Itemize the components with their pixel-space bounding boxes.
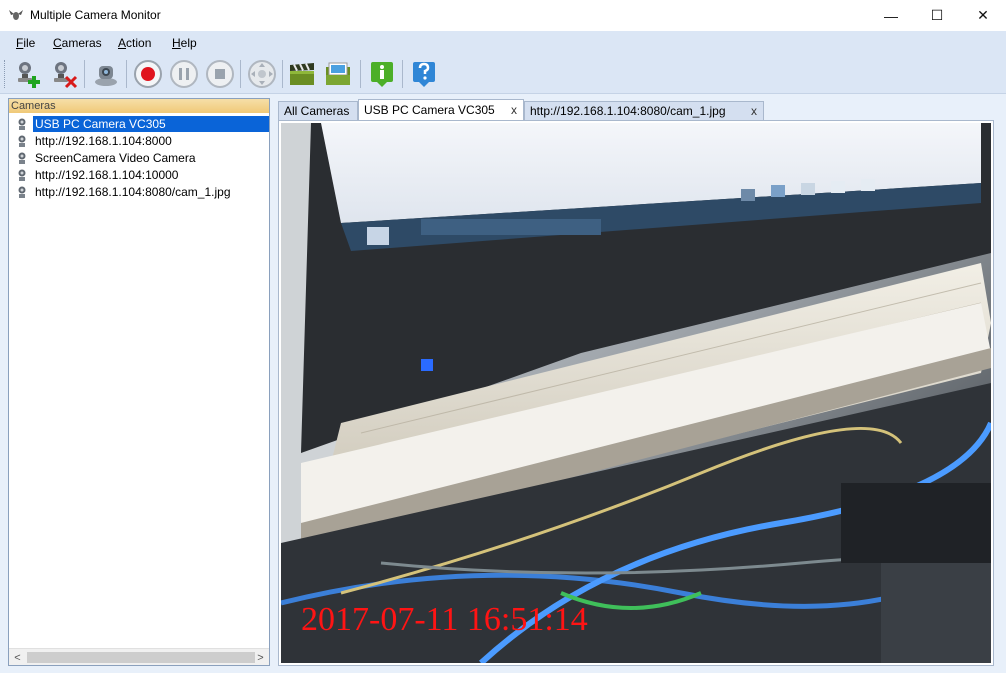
camera-tree-item[interactable]: http://192.168.1.104:8080/cam_1.jpg bbox=[15, 183, 269, 200]
toolbar-separator bbox=[282, 60, 283, 88]
toolbar bbox=[0, 54, 1006, 94]
camera-icon bbox=[18, 186, 26, 198]
app-logo-icon bbox=[9, 10, 23, 20]
camera-tree: USB PC Camera VC305 http://192.168.1.104… bbox=[15, 115, 269, 200]
minimize-icon: — bbox=[884, 7, 898, 24]
close-icon: ✕ bbox=[977, 7, 989, 23]
stop-icon bbox=[206, 60, 234, 88]
menu-cameras[interactable]: Cameras bbox=[53, 36, 102, 50]
video-clip-icon bbox=[290, 63, 314, 85]
horizontal-scrollbar[interactable]: < > bbox=[9, 648, 269, 665]
video-clip-button[interactable] bbox=[286, 58, 318, 90]
camera-icon bbox=[18, 135, 26, 147]
menu-bar: File Cameras Action Help bbox=[0, 31, 1006, 54]
menu-file[interactable]: File bbox=[16, 36, 35, 50]
record-button[interactable] bbox=[132, 58, 164, 90]
tab-close-icon[interactable]: x bbox=[751, 102, 757, 120]
cameras-panel: Cameras USB PC Camera VC305 http://192.1… bbox=[8, 98, 270, 666]
info-button[interactable] bbox=[366, 58, 398, 90]
record-icon bbox=[134, 60, 162, 88]
info-icon bbox=[371, 62, 393, 87]
title-bar: Multiple Camera Monitor — ☐ ✕ bbox=[0, 0, 1006, 31]
menu-help[interactable]: Help bbox=[172, 36, 197, 50]
photo-folder-icon bbox=[326, 62, 350, 85]
ptz-control-icon bbox=[248, 60, 276, 88]
webcam-button[interactable] bbox=[90, 58, 122, 90]
camera-tree-item[interactable]: USB PC Camera VC305 bbox=[15, 115, 269, 132]
add-camera-button[interactable] bbox=[12, 58, 44, 90]
camera-icon bbox=[18, 118, 26, 130]
maximize-button[interactable]: ☐ bbox=[914, 0, 960, 31]
toolbar-separator bbox=[126, 60, 127, 88]
maximize-icon: ☐ bbox=[930, 7, 944, 23]
camera-tree-item[interactable]: http://192.168.1.104:10000 bbox=[15, 166, 269, 183]
help-button[interactable] bbox=[408, 58, 440, 90]
tab-all-cameras[interactable]: All Cameras bbox=[278, 101, 358, 121]
cameras-panel-header: Cameras bbox=[9, 99, 269, 113]
remove-camera-icon bbox=[54, 62, 78, 89]
ptz-control-button[interactable] bbox=[246, 58, 278, 90]
scrollbar-thumb[interactable] bbox=[27, 652, 255, 663]
scroll-right-arrow-icon[interactable]: > bbox=[252, 649, 269, 666]
toolbar-grip[interactable] bbox=[4, 60, 7, 88]
toolbar-separator bbox=[84, 60, 85, 88]
video-timestamp: 2017-07-11 16:51:14 bbox=[301, 601, 588, 638]
add-camera-icon bbox=[18, 62, 40, 88]
scroll-left-arrow-icon[interactable]: < bbox=[9, 649, 26, 666]
toolbar-separator bbox=[402, 60, 403, 88]
window-title: Multiple Camera Monitor bbox=[30, 8, 161, 22]
pause-button[interactable] bbox=[168, 58, 200, 90]
camera-video-frame[interactable]: 2017-07-11 16:51:14 bbox=[281, 123, 991, 663]
camera-tree-item[interactable]: http://192.168.1.104:8000 bbox=[15, 132, 269, 149]
webcam-icon bbox=[95, 66, 117, 86]
camera-feed-image bbox=[281, 123, 991, 663]
toolbar-separator bbox=[240, 60, 241, 88]
photo-folder-button[interactable] bbox=[322, 58, 354, 90]
toolbar-separator bbox=[360, 60, 361, 88]
help-icon bbox=[413, 62, 435, 87]
pause-icon bbox=[170, 60, 198, 88]
camera-icon bbox=[18, 152, 26, 164]
camera-viewer: 2017-07-11 16:51:14 bbox=[278, 120, 994, 666]
tab-cam-1-jpg[interactable]: http://192.168.1.104:8080/cam_1.jpg x bbox=[524, 101, 764, 121]
camera-tree-item[interactable]: ScreenCamera Video Camera bbox=[15, 149, 269, 166]
remove-camera-button[interactable] bbox=[48, 58, 80, 90]
close-button[interactable]: ✕ bbox=[960, 0, 1006, 31]
stop-button[interactable] bbox=[204, 58, 236, 90]
tab-close-icon[interactable]: x bbox=[511, 100, 517, 120]
tab-usb-pc-camera[interactable]: USB PC Camera VC305 x bbox=[358, 99, 524, 121]
camera-icon bbox=[18, 169, 26, 181]
minimize-button[interactable]: — bbox=[868, 0, 914, 31]
menu-action[interactable]: Action bbox=[118, 36, 151, 50]
